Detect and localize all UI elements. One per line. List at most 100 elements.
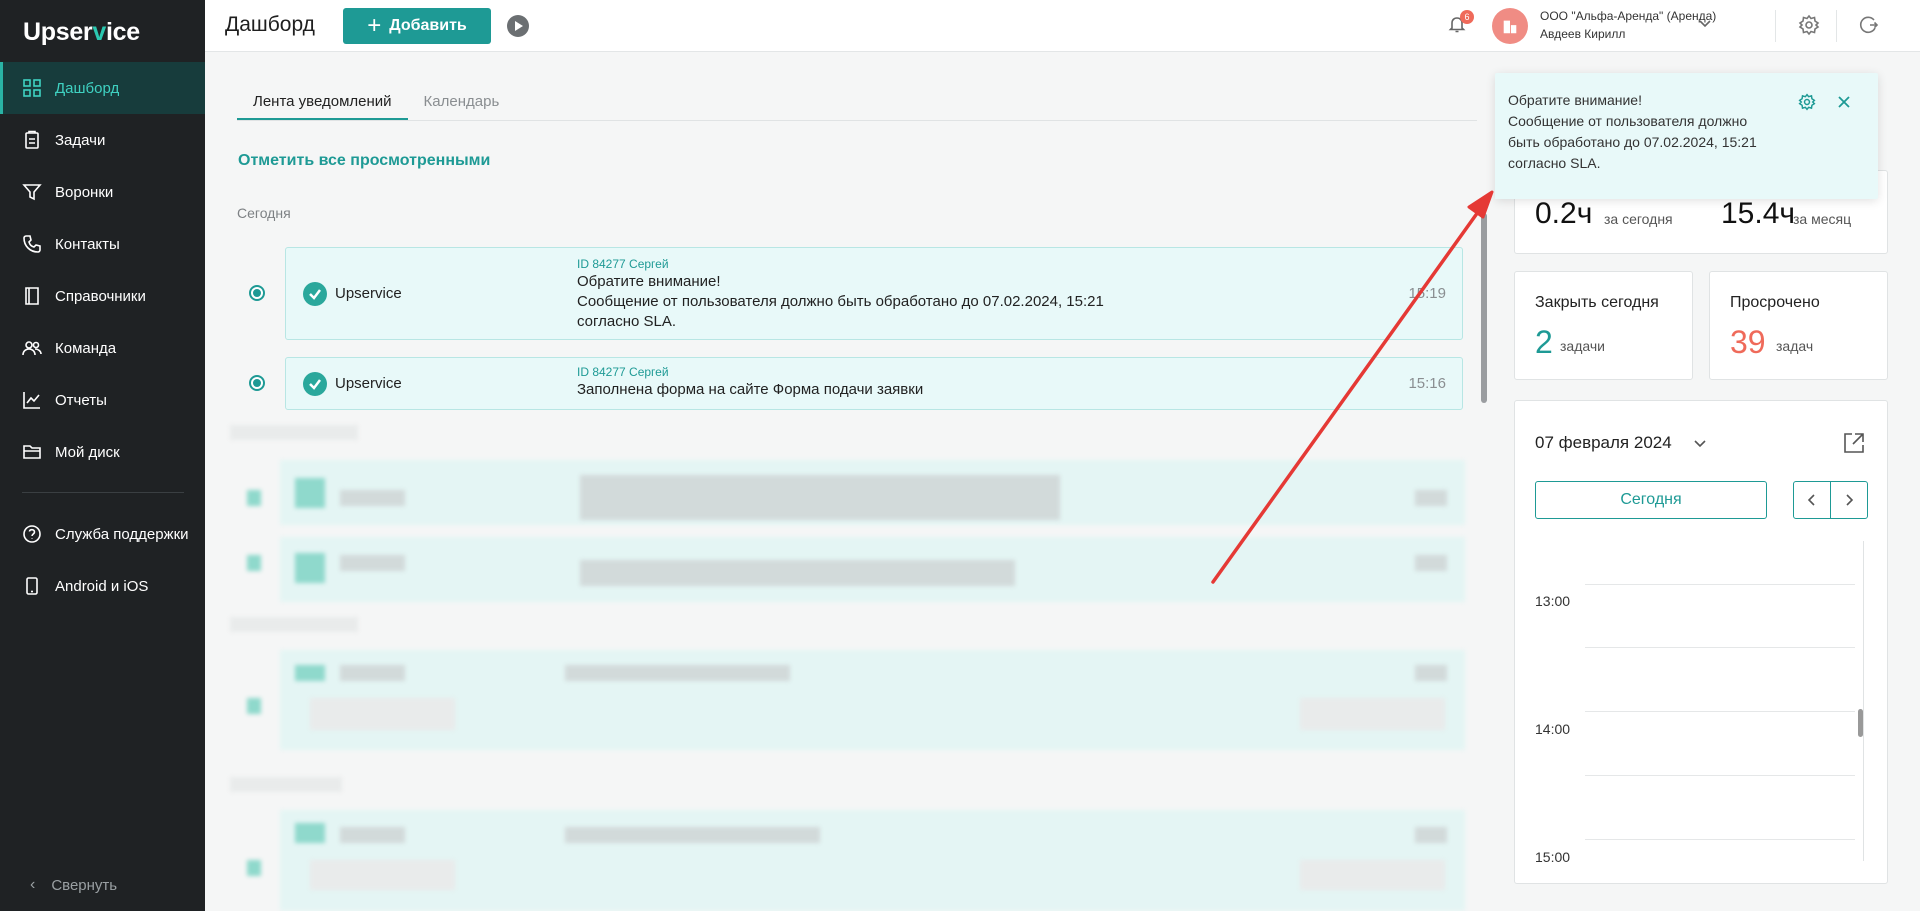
calendar-grid-line <box>1585 647 1855 648</box>
toast-line: Обратите внимание! <box>1508 92 1642 108</box>
overdue-unit: задач <box>1776 338 1814 354</box>
notification-body: ID 84277 Сергей Обратите внимание! Сообщ… <box>577 256 1104 332</box>
calendar-today-button[interactable]: Сегодня <box>1535 481 1767 519</box>
top-header: Дашборд + Добавить 6 ООО "Альфа-Аренда" … <box>205 0 1920 52</box>
tab-notifications[interactable]: Лента уведомлений <box>237 89 408 120</box>
logo[interactable]: Upservice <box>23 18 140 47</box>
add-button[interactable]: + Добавить <box>343 8 491 44</box>
add-button-label: Добавить <box>389 17 467 34</box>
notification-line: Сообщение от пользователя должно быть об… <box>577 293 1104 310</box>
month-hours: 15.4ч <box>1721 197 1796 230</box>
sidebar-item-disk[interactable]: Мой диск <box>0 426 205 478</box>
calendar-grid-line <box>1585 775 1855 776</box>
notification-card[interactable]: Upservice ID 84277 Сергей Обратите внима… <box>285 247 1463 340</box>
funnel-icon <box>22 182 42 202</box>
gear-icon[interactable] <box>1798 14 1820 36</box>
sidebar-item-reports[interactable]: Отчеты <box>0 374 205 426</box>
calendar-grid-line <box>1585 711 1855 712</box>
toast-line: согласно SLA. <box>1508 155 1601 171</box>
sidebar-item-label: Контакты <box>55 235 120 253</box>
overdue-count: 39 <box>1730 324 1766 360</box>
sidebar-secondary: Служба поддержки Android и iOS <box>0 508 205 612</box>
collapse-sidebar-button[interactable]: ‹ Свернуть <box>30 876 117 894</box>
notification-time: 15:19 <box>1408 285 1446 302</box>
feed-scrollbar[interactable] <box>1481 213 1487 403</box>
sidebar-item-label: Дашборд <box>55 79 120 97</box>
sidebar-item-funnels[interactable]: Воронки <box>0 166 205 218</box>
building-icon <box>1503 20 1517 34</box>
check-icon <box>303 372 327 396</box>
calendar-next-button[interactable] <box>1830 481 1868 519</box>
toast-line: быть обработано до 07.02.2024, 15:21 <box>1508 134 1757 150</box>
toast-line: Сообщение от пользователя должно <box>1508 113 1748 129</box>
calendar-widget: 07 февраля 2024 Сегодня 13:00 14:00 15:0… <box>1514 400 1888 884</box>
feed-tabs: Лента уведомлений Календарь <box>237 89 515 121</box>
org-name: ООО "Альфа-Аренда" (Аренда) <box>1540 9 1717 23</box>
tab-calendar[interactable]: Календарь <box>408 89 516 120</box>
notification-meta[interactable]: ID 84277 Сергей <box>577 364 923 380</box>
chevron-down-icon[interactable] <box>1692 435 1708 451</box>
notification-time: 15:16 <box>1408 375 1446 392</box>
notification-card[interactable]: Upservice ID 84277 Сергей Заполнена форм… <box>285 357 1463 410</box>
dashboard-icon <box>22 78 42 98</box>
sidebar-item-mobile[interactable]: Android и iOS <box>0 560 205 612</box>
calendar-grid-line <box>1585 584 1855 585</box>
avatar[interactable] <box>1492 8 1528 44</box>
calendar-grid-line <box>1585 839 1855 840</box>
notification-read-radio[interactable] <box>249 375 265 391</box>
overdue-card[interactable]: Просрочено 39 задач <box>1709 271 1888 380</box>
calendar-hour: 13:00 <box>1535 593 1571 609</box>
sidebar-item-contacts[interactable]: Контакты <box>0 218 205 270</box>
close-today-count: 2 <box>1535 324 1553 360</box>
today-hours: 0.2ч <box>1535 197 1593 230</box>
sidebar: Upservice Дашборд Задачи Воронки Контакт… <box>0 0 205 911</box>
book-icon <box>22 286 42 306</box>
close-today-title: Закрыть сегодня <box>1535 294 1659 311</box>
close-today-card[interactable]: Закрыть сегодня 2 задачи <box>1514 271 1693 380</box>
folder-icon <box>22 442 42 462</box>
notification-body: ID 84277 Сергей Заполнена форма на сайте… <box>577 364 923 400</box>
sidebar-item-label: Android и iOS <box>55 577 149 595</box>
section-today: Сегодня <box>237 205 291 221</box>
sidebar-divider <box>22 492 184 493</box>
sla-toast: Обратите внимание! Сообщение от пользова… <box>1495 73 1878 199</box>
tabs-underline <box>237 120 1477 121</box>
calendar-prev-button[interactable] <box>1793 481 1831 519</box>
sidebar-item-support[interactable]: Служба поддержки <box>0 508 205 560</box>
phone-icon <box>22 234 42 254</box>
sidebar-item-references[interactable]: Справочники <box>0 270 205 322</box>
notification-line: согласно SLA. <box>577 313 677 330</box>
mark-all-read-link[interactable]: Отметить все просмотренными <box>238 152 490 170</box>
close-icon[interactable] <box>1836 94 1852 110</box>
chart-icon <box>22 390 42 410</box>
notification-line: Заполнена форма на сайте Форма подачи за… <box>577 381 924 398</box>
help-icon <box>22 524 42 544</box>
sidebar-item-tasks[interactable]: Задачи <box>0 114 205 166</box>
sidebar-item-dashboard[interactable]: Дашборд <box>0 62 205 114</box>
notification-read-radio[interactable] <box>249 285 265 301</box>
user-name: Авдеев Кирилл <box>1540 27 1626 41</box>
check-icon <box>303 282 327 306</box>
notification-source: Upservice <box>335 285 402 302</box>
sidebar-item-team[interactable]: Команда <box>0 322 205 374</box>
overdue-title: Просрочено <box>1730 294 1820 311</box>
calendar-hour: 14:00 <box>1535 721 1571 737</box>
calendar-scrollbar[interactable] <box>1858 709 1863 737</box>
logout-icon[interactable] <box>1857 14 1879 36</box>
today-hours-label: за сегодня <box>1604 211 1673 227</box>
month-hours-label: за месяц <box>1793 211 1852 227</box>
gear-icon[interactable] <box>1798 93 1816 111</box>
play-icon[interactable] <box>507 15 529 37</box>
calendar-date[interactable]: 07 февраля 2024 <box>1535 433 1672 453</box>
chevron-down-icon[interactable] <box>1698 16 1712 30</box>
header-divider <box>1775 10 1776 42</box>
notification-meta[interactable]: ID 84277 Сергей <box>577 256 1104 272</box>
page-title: Дашборд <box>225 13 315 36</box>
external-link-icon[interactable] <box>1842 431 1866 455</box>
toast-message: Обратите внимание! Сообщение от пользова… <box>1508 90 1798 174</box>
calendar-hour: 15:00 <box>1535 849 1571 865</box>
org-selector[interactable]: ООО "Альфа-Аренда" (Аренда) Авдеев Кирил… <box>1540 7 1716 43</box>
notification-line: Обратите внимание! <box>577 273 721 290</box>
sidebar-item-label: Справочники <box>55 287 146 305</box>
tasks-icon <box>22 130 42 150</box>
